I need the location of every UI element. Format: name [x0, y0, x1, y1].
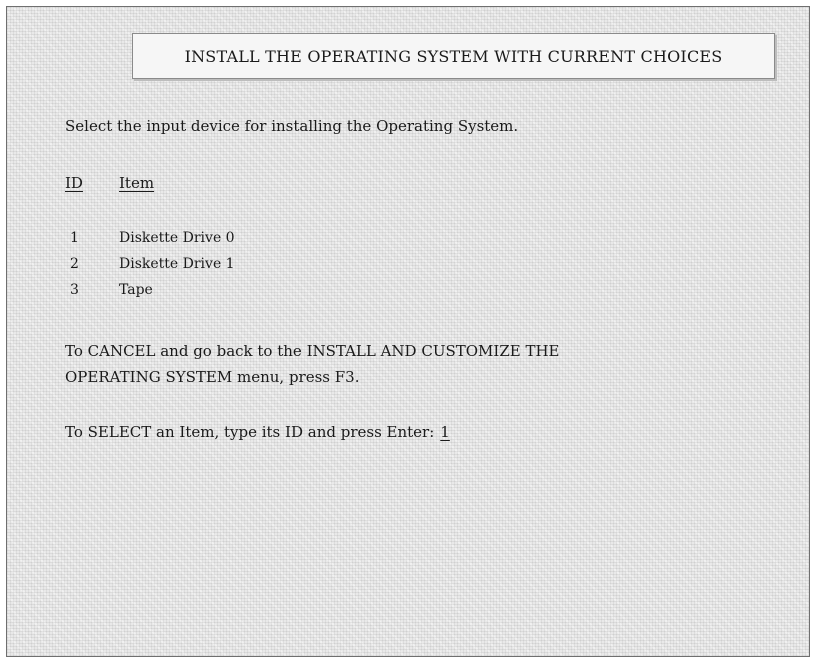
column-header-id: ID	[65, 174, 83, 192]
terminal-screen: INSTALL THE OPERATING SYSTEM WITH CURREN…	[6, 6, 810, 657]
list-item-label: Diskette Drive 1	[119, 256, 235, 272]
screen-title: INSTALL THE OPERATING SYSTEM WITH CURREN…	[132, 33, 775, 79]
select-prompt-label: To SELECT an Item, type its ID and press…	[65, 423, 435, 441]
column-header-item: Item	[119, 174, 155, 192]
screen-title-text: INSTALL THE OPERATING SYSTEM WITH CURREN…	[184, 46, 723, 66]
list-item-label: Tape	[119, 282, 153, 298]
cancel-instruction-line-1: To CANCEL and go back to the INSTALL AND…	[65, 342, 560, 360]
list-item-id: 2	[70, 256, 79, 272]
select-prompt-row: To SELECT an Item, type its ID and press…	[65, 422, 450, 442]
selection-entry-field[interactable]: 1	[440, 422, 450, 442]
list-item-id: 3	[70, 282, 79, 298]
instruction-text: Select the input device for installing t…	[65, 117, 519, 135]
list-item-id: 1	[70, 230, 79, 246]
cancel-instruction-line-2: OPERATING SYSTEM menu, press F3.	[65, 368, 360, 386]
list-item-label: Diskette Drive 0	[119, 230, 235, 246]
